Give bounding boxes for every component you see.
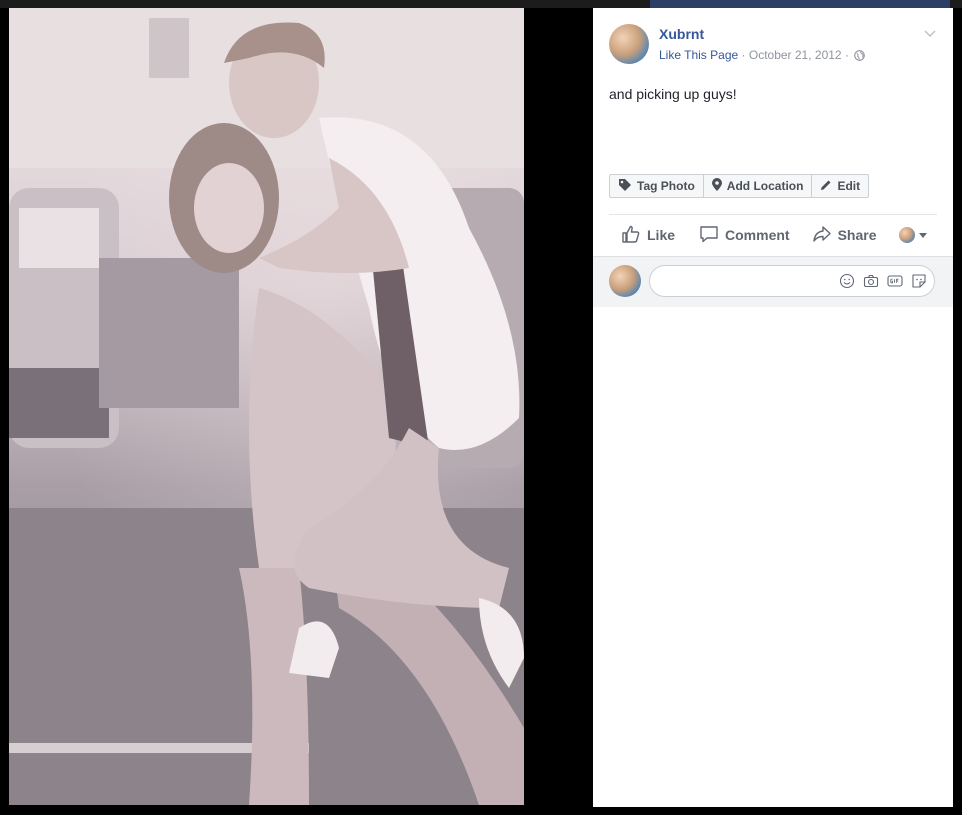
pencil-icon: [820, 179, 837, 194]
commenter-avatar: [609, 265, 641, 297]
page-avatar[interactable]: [609, 24, 649, 64]
photo-actions-bar: Tag Photo Add Location Edit: [609, 174, 870, 198]
post-message: and picking up guys!: [609, 86, 737, 102]
tag-icon: [618, 178, 637, 195]
tag-photo-button[interactable]: Tag Photo: [610, 175, 704, 197]
edit-label: Edit: [837, 179, 861, 193]
speech-bubble-icon: [699, 224, 725, 247]
post-date[interactable]: October 21, 2012: [749, 48, 842, 62]
gif-icon[interactable]: [887, 273, 903, 289]
ufi-divider: [609, 214, 937, 215]
background-header-button: [650, 0, 950, 8]
comment-tools: [839, 273, 927, 289]
share-label: Share: [837, 227, 877, 243]
share-button[interactable]: Share: [812, 224, 877, 247]
comment-button[interactable]: Comment: [699, 224, 790, 247]
add-location-button[interactable]: Add Location: [704, 175, 813, 197]
background-page-bar: [0, 0, 962, 8]
meta-separator-2: ·: [844, 48, 849, 62]
like-page-link[interactable]: Like This Page: [659, 48, 738, 62]
ufi-actions: Like Comment Share: [609, 222, 937, 248]
share-arrow-icon: [812, 224, 838, 247]
post-meta: Like This Page · October 21, 2012 ·: [659, 48, 866, 64]
comment-label: Comment: [725, 227, 790, 243]
edit-button[interactable]: Edit: [812, 175, 868, 197]
post-header: Xubrnt Like This Page · October 21, 2012…: [609, 24, 937, 68]
post-photo[interactable]: [9, 8, 524, 805]
camera-icon[interactable]: [863, 273, 879, 289]
caret-down-icon: [918, 232, 927, 238]
smiley-icon[interactable]: [839, 273, 855, 289]
page-name-link[interactable]: Xubrnt: [659, 26, 704, 42]
like-label: Like: [647, 227, 676, 243]
thumbs-up-icon: [621, 224, 647, 247]
globe-icon[interactable]: [854, 50, 866, 64]
post-side-panel: Xubrnt Like This Page · October 21, 2012…: [593, 8, 953, 807]
photo-stage: [0, 8, 593, 807]
photo-illustration: [9, 8, 524, 805]
add-location-label: Add Location: [726, 179, 804, 193]
chevron-down-icon[interactable]: [923, 26, 937, 40]
actor-selector[interactable]: [898, 227, 927, 243]
meta-separator: ·: [741, 48, 746, 62]
actor-avatar: [898, 227, 915, 243]
sticker-icon[interactable]: [911, 273, 927, 289]
location-pin-icon: [711, 178, 727, 194]
like-button[interactable]: Like: [621, 224, 675, 247]
tag-photo-label: Tag Photo: [637, 179, 695, 193]
comment-composer: [593, 256, 953, 307]
